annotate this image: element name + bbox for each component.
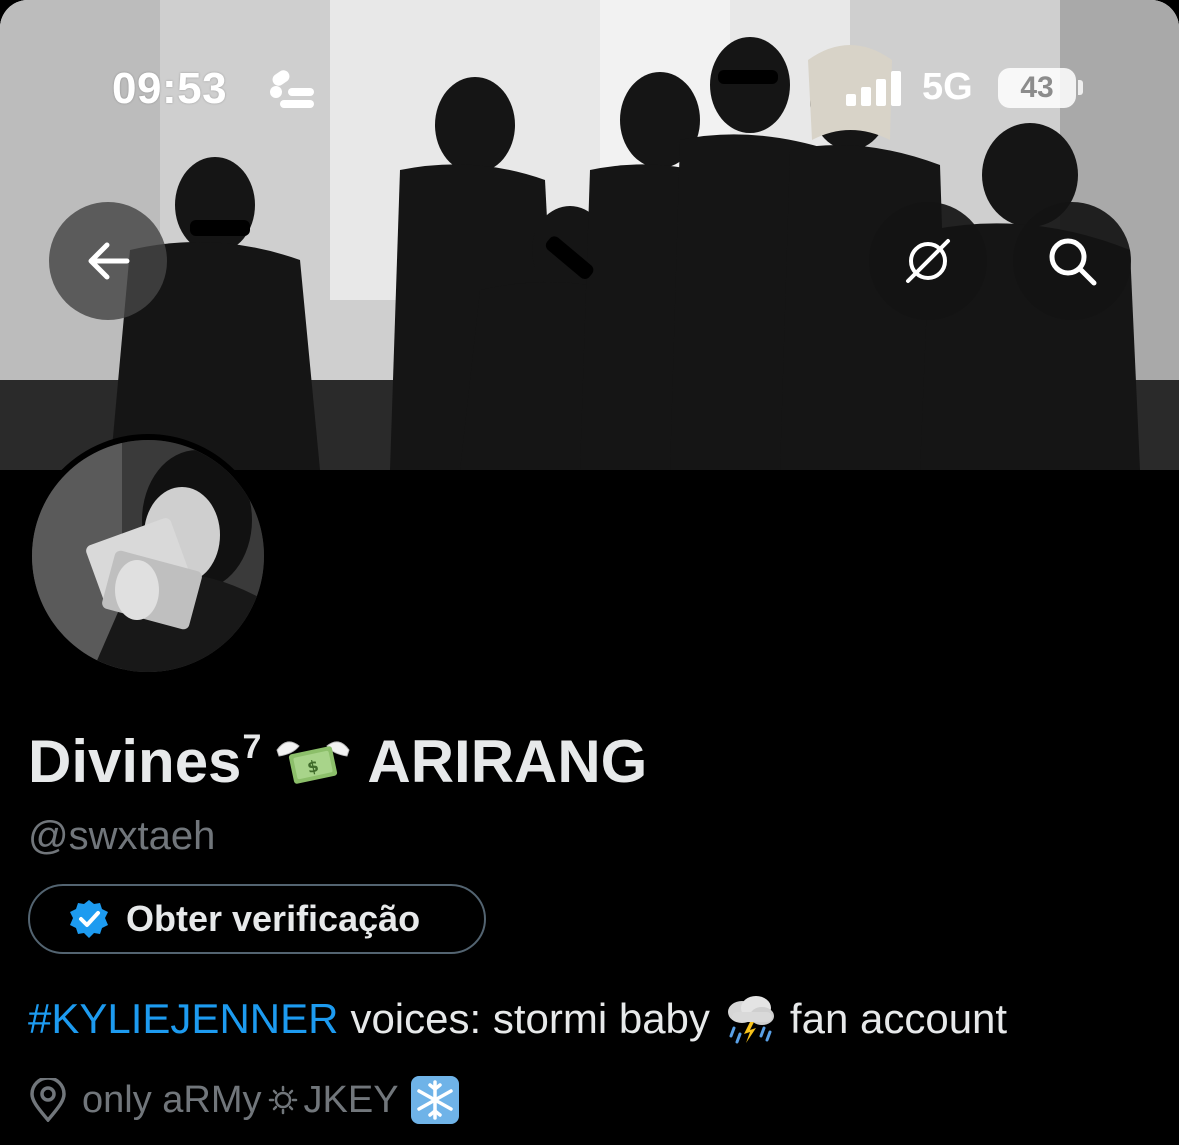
grok-button[interactable]	[869, 202, 987, 320]
location-pin-icon	[30, 1078, 66, 1122]
money-with-wings-icon: $	[276, 741, 350, 784]
bio: #KYLIEJENNER voices: stormi baby fan acc…	[28, 994, 1007, 1044]
handle: @swxtaeh	[28, 814, 216, 858]
cellular-signal-icon	[846, 71, 901, 106]
display-name-suffix: ARIRANG	[367, 728, 648, 795]
thunder-cloud-rain-icon	[727, 996, 774, 1044]
network-type: 5G	[922, 66, 973, 108]
back-button[interactable]	[49, 202, 167, 320]
bio-text-end: fan account	[789, 995, 1008, 1042]
avatar-photo	[32, 440, 264, 672]
verified-badge-icon	[70, 900, 108, 938]
bio-text: voices: stormi baby	[350, 995, 710, 1042]
status-time: 09:53	[112, 64, 228, 113]
location-text: only aRMy	[82, 1078, 262, 1121]
grok-icon	[906, 239, 950, 283]
search-button[interactable]	[1013, 202, 1131, 320]
sun-symbol-icon	[268, 1085, 297, 1115]
display-name-superscript: 7	[242, 728, 262, 766]
bio-hashtag-link[interactable]: #KYLIEJENNER	[28, 995, 338, 1043]
focus-mode-icon	[270, 70, 314, 108]
battery-tip	[1078, 80, 1083, 95]
display-name: Divines 7 $ ARIRANG	[28, 722, 647, 796]
display-name-text: Divines	[28, 728, 242, 795]
snowflake-icon	[410, 1076, 459, 1124]
avatar[interactable]	[26, 434, 270, 678]
get-verified-label: Obter verificação	[126, 898, 421, 939]
battery-indicator: 43	[998, 68, 1076, 108]
arrow-left-icon	[88, 242, 130, 280]
location: only aRMy JKEY	[28, 1076, 459, 1124]
get-verified-button[interactable]: Obter verificação	[28, 884, 486, 954]
search-icon	[1049, 238, 1097, 286]
location-text-2: JKEY	[303, 1078, 399, 1121]
